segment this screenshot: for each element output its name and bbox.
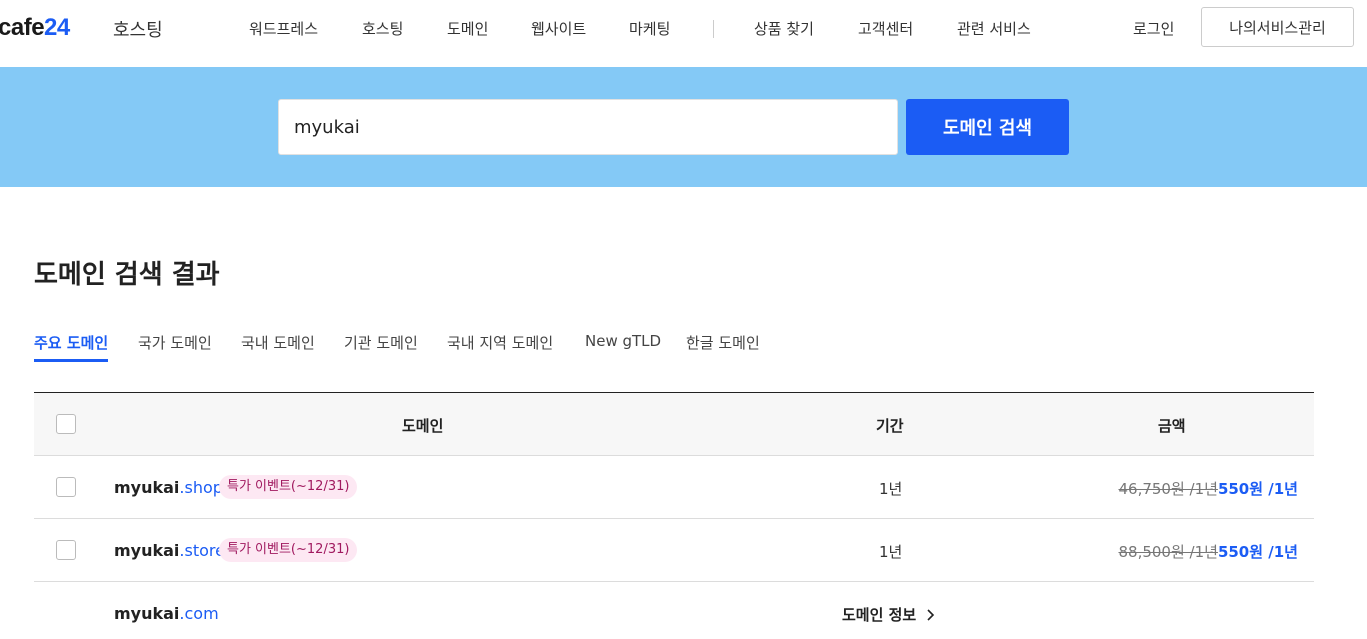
event-badge: 특가 이벤트(~12/31): [219, 475, 358, 499]
nav-hosting[interactable]: 호스팅: [362, 18, 403, 39]
original-price: 46,750원 /1년: [1118, 480, 1218, 498]
row-checkbox[interactable]: [56, 477, 76, 497]
login-link[interactable]: 로그인: [1133, 18, 1174, 39]
select-all-checkbox[interactable]: [56, 414, 76, 434]
results-title: 도메인 검색 결과: [34, 260, 220, 290]
table-row: myukai.com 도메인 정보: [34, 582, 1314, 639]
domain-name: myukai.com: [114, 604, 219, 623]
cafe24-logo[interactable]: cafe24: [0, 14, 70, 42]
nav-related-services[interactable]: 관련 서비스: [957, 18, 1031, 39]
period-value: 1년: [879, 543, 903, 561]
tab-institution-domains[interactable]: 기관 도메인: [344, 332, 418, 359]
column-domain: 도메인: [402, 417, 444, 435]
table-header: 도메인 기간 금액: [34, 392, 1314, 456]
row-checkbox[interactable]: [56, 540, 76, 560]
logo-num: 24: [44, 14, 70, 41]
nav-customer-center[interactable]: 고객센터: [858, 18, 913, 39]
domain-info-link[interactable]: 도메인 정보: [842, 604, 935, 625]
my-service-button[interactable]: 나의서비스관리: [1201, 7, 1354, 47]
tab-hangul-domains[interactable]: 한글 도메인: [686, 332, 760, 359]
table-row: myukai.shop 특가 이벤트(~12/31) 1년 46,750원 /1…: [34, 456, 1314, 519]
logo-sub-label[interactable]: 호스팅: [113, 16, 163, 42]
table-row: myukai.store 특가 이벤트(~12/31) 1년 88,500원 /…: [34, 519, 1314, 582]
domain-search-input[interactable]: [278, 99, 898, 155]
domain-tld: .com: [179, 604, 219, 623]
domain-base: myukai: [114, 541, 180, 560]
nav-website[interactable]: 웹사이트: [531, 18, 586, 39]
nav-wordpress[interactable]: 워드프레스: [249, 18, 318, 39]
domain-search-button[interactable]: 도메인 검색: [906, 99, 1069, 155]
price-cell: 88,500원 /1년550원 /1년: [1118, 541, 1298, 562]
tab-regional-domains[interactable]: 국내 지역 도메인: [447, 332, 553, 359]
tab-major-domains[interactable]: 주요 도메인: [34, 332, 109, 362]
nav-find-product[interactable]: 상품 찾기: [754, 18, 814, 39]
sale-price: 550원 /1년: [1217, 543, 1298, 561]
domain-name: myukai.shop: [114, 478, 223, 497]
search-band: 도메인 검색: [0, 67, 1367, 187]
event-badge: 특가 이벤트(~12/31): [219, 538, 358, 562]
tab-country-domains[interactable]: 국가 도메인: [138, 332, 212, 359]
domain-name: myukai.store: [114, 541, 225, 560]
domain-tld: .shop: [179, 478, 223, 497]
nav-domain[interactable]: 도메인: [447, 18, 488, 39]
period-value: 1년: [879, 480, 903, 498]
sale-price: 550원 /1년: [1217, 480, 1298, 498]
tab-new-gtld[interactable]: New gTLD: [585, 332, 661, 356]
top-header: cafe24 호스팅 워드프레스 호스팅 도메인 웹사이트 마케팅 상품 찾기 …: [0, 0, 1367, 67]
column-period: 기간: [876, 417, 904, 435]
logo-main: cafe: [0, 14, 45, 41]
domain-base: myukai: [114, 604, 180, 623]
tab-domestic-domains[interactable]: 국내 도메인: [241, 332, 315, 359]
original-price: 88,500원 /1년: [1118, 543, 1218, 561]
nav-divider: [713, 20, 714, 38]
column-price: 금액: [1158, 417, 1186, 435]
domain-info-label: 도메인 정보: [842, 606, 917, 624]
price-cell: 46,750원 /1년550원 /1년: [1118, 478, 1298, 499]
nav-marketing[interactable]: 마케팅: [629, 18, 670, 39]
domain-base: myukai: [114, 478, 180, 497]
chevron-right-icon: [927, 609, 935, 621]
